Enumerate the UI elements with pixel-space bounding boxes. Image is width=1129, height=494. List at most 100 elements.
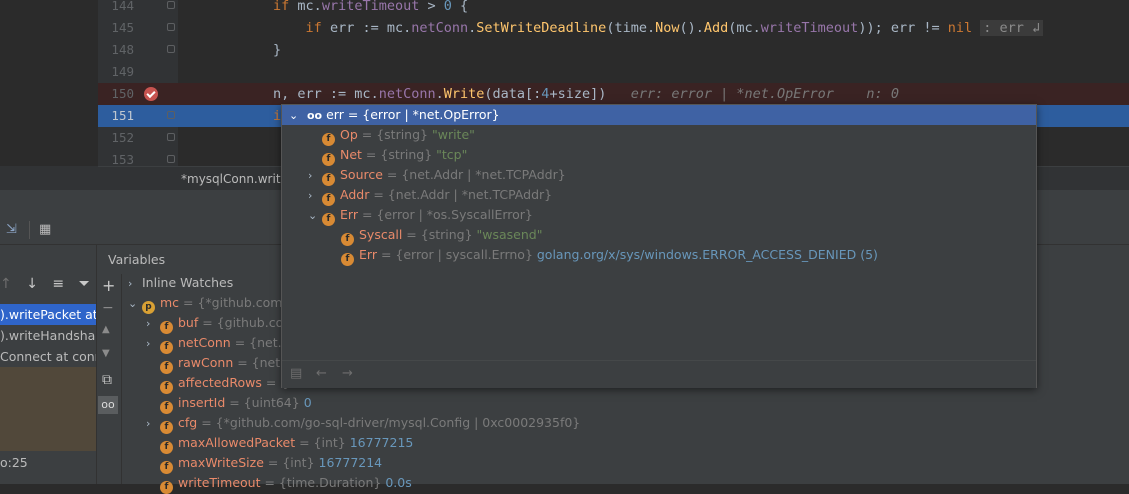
variable-type: = {int} xyxy=(263,455,319,470)
forward-arrow-icon[interactable]: → xyxy=(342,366,353,381)
move-down-icon[interactable]: ▼ xyxy=(102,348,110,359)
chevron-right-icon[interactable]: › xyxy=(128,274,142,294)
chevron-down-icon[interactable]: ⌄ xyxy=(289,106,299,126)
code-token: (time. xyxy=(606,20,656,36)
chevron-right-icon[interactable]: › xyxy=(308,186,322,206)
filter-icon[interactable]: ⏷ xyxy=(79,276,90,292)
field-name: Source xyxy=(340,167,383,182)
field-name: Syscall xyxy=(359,227,403,242)
fold-marker-icon[interactable] xyxy=(167,1,175,9)
run-to-cursor-icon[interactable]: ⇲ xyxy=(6,222,17,237)
evaluate-popup: ⌄ oo err = {error | *net.OpError} f Op = … xyxy=(281,104,1037,388)
back-arrow-icon[interactable]: ← xyxy=(316,366,327,381)
popup-field-row[interactable]: f Op = {string} "write" xyxy=(308,125,475,146)
code-token: Now xyxy=(655,20,680,36)
field-string-value: "wsasend" xyxy=(476,227,543,242)
code-token: if xyxy=(273,20,330,36)
code-token: +size]) xyxy=(549,86,607,102)
frame-line-label: o:25 xyxy=(0,455,28,470)
variable-name: netConn xyxy=(178,335,231,350)
fold-marker-icon[interactable] xyxy=(167,155,175,163)
field-name: Err xyxy=(359,247,377,262)
chevron-down-icon[interactable]: ⌄ xyxy=(128,294,142,314)
frame-item[interactable]: Connect at conn xyxy=(0,346,96,367)
inline-debug-value: err: error | *net.OpError n: 0 xyxy=(606,86,899,102)
code-token: { xyxy=(451,0,469,14)
code-line[interactable]: 145 if err := mc.netConn.SetWriteDeadlin… xyxy=(98,17,1129,39)
variable-row[interactable]: f maxAllowedPacket = {int} 16777215 xyxy=(146,433,413,454)
field-type: = {string} xyxy=(361,147,437,162)
variable-row[interactable]: › f netConn = {net.C xyxy=(146,333,290,354)
code-line[interactable]: 150 n, err := mc.netConn.Write(data[:4+s… xyxy=(98,83,1129,105)
field-value-link[interactable]: golang.org/x/sys/windows.ERROR_ACCESS_DE… xyxy=(537,247,878,262)
code-text: if err := mc.netConn.SetWriteDeadline(ti… xyxy=(208,17,1044,39)
field-name: Op xyxy=(340,127,358,142)
frame-item[interactable]: ).writeHandshake xyxy=(0,325,96,346)
fold-marker-icon[interactable] xyxy=(167,23,175,31)
popup-field-row[interactable]: f Err = {error | syscall.Errno} golang.or… xyxy=(327,245,878,266)
popup-field-row[interactable]: f Syscall = {string} "wsasend" xyxy=(327,225,543,246)
chevron-right-icon[interactable]: › xyxy=(146,314,160,334)
chevron-right-icon[interactable]: › xyxy=(146,334,160,354)
fold-marker-icon[interactable] xyxy=(167,111,175,119)
code-line[interactable]: 149 xyxy=(98,61,1129,83)
variable-row[interactable]: ⌄ p mc = {*github.com/g xyxy=(128,293,295,314)
variable-row[interactable]: › f buf = {github.com xyxy=(146,313,295,334)
variable-row[interactable]: › f cfg = {*github.com/go-sql-driver/mysql… xyxy=(146,413,580,434)
field-type: = {net.Addr | *net.TCPAddr} xyxy=(369,187,553,202)
code-line[interactable]: 148 } xyxy=(98,39,1129,61)
breadcrumb[interactable]: *mysqlConn.write xyxy=(181,172,288,186)
code-token: err := mc. xyxy=(329,20,412,36)
field-type: = {error | *os.SyscallError} xyxy=(357,207,533,222)
variable-name: insertId xyxy=(178,395,226,410)
variable-name: Inline Watches xyxy=(142,275,234,290)
popup-field-row[interactable]: f Net = {string} "tcp" xyxy=(308,145,467,166)
field-string-value: "write" xyxy=(431,127,475,142)
toolbar-divider xyxy=(29,221,30,239)
up-arrow-icon[interactable]: ↑ xyxy=(0,276,12,292)
frames-empty-area xyxy=(0,367,96,451)
popup-field-row[interactable]: › f Source = {net.Addr | *net.TCPAddr} xyxy=(308,165,566,186)
remove-watch-icon[interactable]: − xyxy=(102,300,114,316)
field-type: = {string} xyxy=(357,127,432,142)
chevron-right-icon[interactable]: › xyxy=(308,166,322,186)
variable-row[interactable]: › Inline Watches xyxy=(128,273,233,293)
field-type: = {net.Addr | *net.TCPAddr} xyxy=(382,167,566,182)
code-text: n, err := mc.netConn.Write(data[:4+size]… xyxy=(208,83,899,105)
list-icon[interactable]: ≡ xyxy=(52,276,64,292)
frame-item[interactable]: ).writePacket at p xyxy=(0,304,96,325)
add-to-watches-icon[interactable]: ▤ xyxy=(290,366,302,381)
line-number: 152 xyxy=(111,130,134,145)
variable-row[interactable]: f insertId = {uint64} 0 xyxy=(146,393,312,414)
code-line[interactable]: 144 if mc.writeTimeout > 0 { xyxy=(98,0,1129,17)
add-watch-icon[interactable]: + xyxy=(102,276,115,295)
move-up-icon[interactable]: ▲ xyxy=(102,324,110,335)
chevron-right-icon[interactable]: › xyxy=(146,414,160,434)
variable-name: buf xyxy=(178,315,199,330)
field-icon: f xyxy=(160,481,173,494)
down-arrow-icon[interactable]: ↓ xyxy=(26,276,38,292)
watch-glasses-icon: oo xyxy=(306,109,323,122)
code-token: netConn xyxy=(411,20,469,36)
popup-field-row[interactable]: ⌄ f Err = {error | *os.SyscallError} xyxy=(308,205,533,226)
variable-row[interactable]: f affectedRows = { xyxy=(146,373,288,394)
popup-footer: ▤ ← → xyxy=(282,360,1036,388)
variables-header: Variables xyxy=(108,252,166,267)
popup-field-row[interactable]: › f Addr = {net.Addr | *net.TCPAddr} xyxy=(308,185,553,206)
code-token: if xyxy=(273,0,298,14)
fold-marker-icon[interactable] xyxy=(167,45,175,53)
chevron-down-icon[interactable]: ⌄ xyxy=(308,206,322,226)
evaluate-expression-icon[interactable]: ▦ xyxy=(39,222,51,237)
copy-icon[interactable]: ⧉ xyxy=(102,372,112,388)
code-token: )); err != xyxy=(858,20,948,36)
code-token: writeTimeout xyxy=(321,0,420,14)
variable-row[interactable]: f rawConn = {net.C xyxy=(146,353,293,374)
breakpoint-icon[interactable] xyxy=(144,87,158,101)
variable-row[interactable]: f writeTimeout = {time.Duration} 0.0s xyxy=(146,473,412,494)
watch-glasses-icon[interactable]: oo xyxy=(98,396,118,414)
code-token: netConn xyxy=(378,86,436,102)
variable-value: 0 xyxy=(303,395,312,410)
popup-header-row[interactable]: ⌄ oo err = {error | *net.OpError} xyxy=(282,105,1036,125)
variable-row[interactable]: f maxWriteSize = {int} 16777214 xyxy=(146,453,382,474)
fold-marker-icon[interactable] xyxy=(167,133,175,141)
